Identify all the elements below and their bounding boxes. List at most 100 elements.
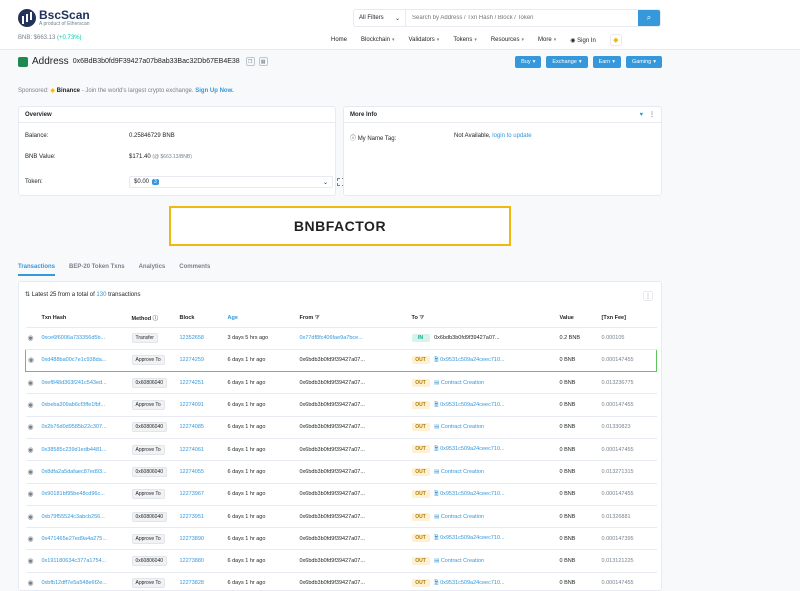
eye-column-header xyxy=(25,310,40,328)
from-address[interactable]: 0x77df8fc406fae9a7bce... xyxy=(300,335,363,341)
buy-button[interactable]: Buy ▾ xyxy=(515,56,542,68)
txn-hash-link[interactable]: 0x38585c239d1edb4481... xyxy=(42,447,107,453)
heart-icon[interactable]: ♥ xyxy=(639,112,643,118)
txn-hash-link[interactable]: 0x191180634c377a1754... xyxy=(42,558,107,564)
eye-icon[interactable]: ◉ xyxy=(28,335,34,342)
eye-icon[interactable]: ◉ xyxy=(28,380,34,387)
table-options-button[interactable]: ⋮ xyxy=(643,291,653,301)
txn-hash-link[interactable]: 0xd488ba00c7e1c938da... xyxy=(42,357,107,363)
to-address[interactable]: ▤ Contract Creation xyxy=(434,514,484,520)
more-info-card: More Info ♥ ⋮ ⓘ My Name Tag: Not Availab… xyxy=(343,106,662,196)
to-address[interactable]: 🗎 0x9531c509a24ceec710... xyxy=(434,446,505,452)
txn-hash-link[interactable]: 0xb79f55524c3abcb256... xyxy=(42,514,105,520)
copy-icon[interactable]: ❐ xyxy=(245,57,255,66)
login-link[interactable]: login to update xyxy=(492,133,531,139)
more-info-header: More Info ♥ ⋮ xyxy=(344,107,661,123)
txn-hash-link[interactable]: 0x8dfa2a5dafaec87ed93... xyxy=(42,469,107,475)
block-link[interactable]: 12273828 xyxy=(180,580,204,586)
to-address[interactable]: 🗎 0x9531c509a24ceec710... xyxy=(434,402,505,408)
nav-sign-in[interactable]: ◉ Sign In xyxy=(570,37,596,44)
gaming-button[interactable]: Gaming ▾ xyxy=(625,56,662,68)
block-link[interactable]: 12273890 xyxy=(180,536,204,542)
block-link[interactable]: 12273967 xyxy=(180,491,204,497)
nav-blockchain[interactable]: Blockchain ▾ xyxy=(361,37,395,43)
eye-icon[interactable]: ◉ xyxy=(28,357,34,364)
block-link[interactable]: 12273880 xyxy=(180,558,204,564)
transaction-total-link[interactable]: 130 xyxy=(96,292,106,298)
tab-analytics[interactable]: Analytics xyxy=(139,264,166,276)
method-badge: 0x60806040 xyxy=(131,422,168,433)
block-link[interactable]: 12274055 xyxy=(180,469,204,475)
txn-hash-link[interactable]: 0xef848d363f241c543ed... xyxy=(42,380,107,386)
earn-button[interactable]: Earn ▾ xyxy=(592,56,621,68)
to-address[interactable]: 🗎 0x9531c509a24ceec710... xyxy=(434,580,505,586)
bnb-value-label: BNB Value: xyxy=(25,154,56,160)
name-tag-row: ⓘ My Name Tag: Not Available, login to u… xyxy=(350,133,655,142)
eye-icon[interactable]: ◉ xyxy=(28,469,34,476)
balance-label: Balance: xyxy=(25,133,49,139)
tab-bep20-token-txns[interactable]: BEP-20 Token Txns xyxy=(69,264,125,276)
to-address[interactable]: 🗎 0x9531c509a24ceec710... xyxy=(434,491,505,497)
qr-code-icon[interactable]: ▦ xyxy=(258,57,268,66)
block-link[interactable]: 12273951 xyxy=(180,514,204,520)
to-address[interactable]: 🗎 0x9531c509a24ceec710... xyxy=(434,357,505,363)
eye-icon[interactable]: ◉ xyxy=(28,558,34,565)
block-link[interactable]: 12274251 xyxy=(180,380,204,386)
sponsored-cta-link[interactable]: Sign Up Now. xyxy=(195,88,233,94)
block-link[interactable]: 12274085 xyxy=(180,424,204,430)
contract-icon: 🗎 xyxy=(434,490,439,497)
token-holdings-dropdown[interactable]: $0.00 3 ⌄ xyxy=(129,176,333,188)
block-link[interactable]: 12352658 xyxy=(180,335,204,341)
tab-transactions[interactable]: Transactions xyxy=(18,264,56,276)
eye-icon[interactable]: ◉ xyxy=(28,580,34,587)
block-link[interactable]: 12274061 xyxy=(180,447,204,453)
info-icon[interactable]: ⓘ xyxy=(153,316,159,322)
txn-value: 0 BNB xyxy=(559,468,576,475)
txn-hash-link[interactable]: 0xbfb12dff7e5a548e6f2e... xyxy=(42,580,107,586)
to-address[interactable]: 🗎 0x9531c509a24ceec710... xyxy=(434,535,505,541)
txn-hash-link[interactable]: 0xce6f6006a733356d5b... xyxy=(42,335,106,341)
to-address[interactable]: ▤ Contract Creation xyxy=(434,424,484,430)
filter-icon[interactable]: ⧩ xyxy=(315,315,320,321)
exchange-button[interactable]: Exchange ▾ xyxy=(546,56,588,68)
tab-comments[interactable]: Comments xyxy=(179,264,210,276)
eye-icon[interactable]: ◉ xyxy=(28,424,34,431)
nav-validators[interactable]: Validators ▾ xyxy=(409,37,440,43)
txn-hash-link[interactable]: 0x2b76d0d9585b22c307... xyxy=(42,424,107,430)
txn-age: 6 days 1 hr ago xyxy=(227,379,266,386)
from-address: 0x6bdb3b0fd9f39427a07... xyxy=(299,558,365,565)
txn-hash-link[interactable]: 0x471465e27ed9a4a275... xyxy=(42,536,107,542)
search-input[interactable] xyxy=(406,10,638,26)
txn-age: 6 days 1 hr ago xyxy=(227,402,266,409)
to-address[interactable]: ▤ Contract Creation xyxy=(434,469,484,475)
to-address[interactable]: ▤ Contract Creation xyxy=(434,558,484,564)
method-badge: Transfer xyxy=(131,333,158,344)
filter-icon[interactable]: ⧩ xyxy=(419,315,424,321)
logo[interactable]: BscScan A product of Etherscan xyxy=(18,9,90,27)
sponsored-banner: Sponsored: ◆ Binance - Join the world's … xyxy=(18,87,234,94)
txn-hash-link[interactable]: 0x90181bf95be48cd96c... xyxy=(42,491,105,497)
txn-hash-link[interactable]: 0xbeba309ab6cf3ffe1fbf... xyxy=(42,402,106,408)
eye-icon[interactable]: ◉ xyxy=(28,491,34,498)
nav-tokens[interactable]: Tokens ▾ xyxy=(453,37,477,43)
eye-icon[interactable]: ◉ xyxy=(28,536,34,543)
nav-more[interactable]: More ▾ xyxy=(538,37,556,43)
eye-icon[interactable]: ◉ xyxy=(28,402,34,409)
column-age[interactable]: Age xyxy=(225,310,298,328)
bnb-network-button[interactable]: ◆ xyxy=(609,34,622,46)
block-link[interactable]: 12274259 xyxy=(180,357,204,363)
search-button[interactable]: ⌕ xyxy=(638,10,660,26)
chevron-down-icon: ▾ xyxy=(612,59,615,65)
txn-fee: 0.013271315 xyxy=(601,468,634,475)
kebab-menu-icon[interactable]: ⋮ xyxy=(649,111,655,118)
txn-value: 0 BNB xyxy=(559,491,576,498)
bnb-price: BNB: $663.13 (+0.73%) xyxy=(18,35,82,41)
eye-icon[interactable]: ◉ xyxy=(28,514,34,521)
to-address[interactable]: ▤ Contract Creation xyxy=(434,380,484,386)
eye-icon[interactable]: ◉ xyxy=(28,447,34,454)
block-link[interactable]: 12274091 xyxy=(180,402,204,408)
nav-home[interactable]: Home xyxy=(331,37,347,43)
search-filter-select[interactable]: All Filters ⌄ xyxy=(354,10,406,26)
nav-resources[interactable]: Resources ▾ xyxy=(491,37,524,43)
name-tag-value: Not Available, login to update xyxy=(454,133,532,139)
